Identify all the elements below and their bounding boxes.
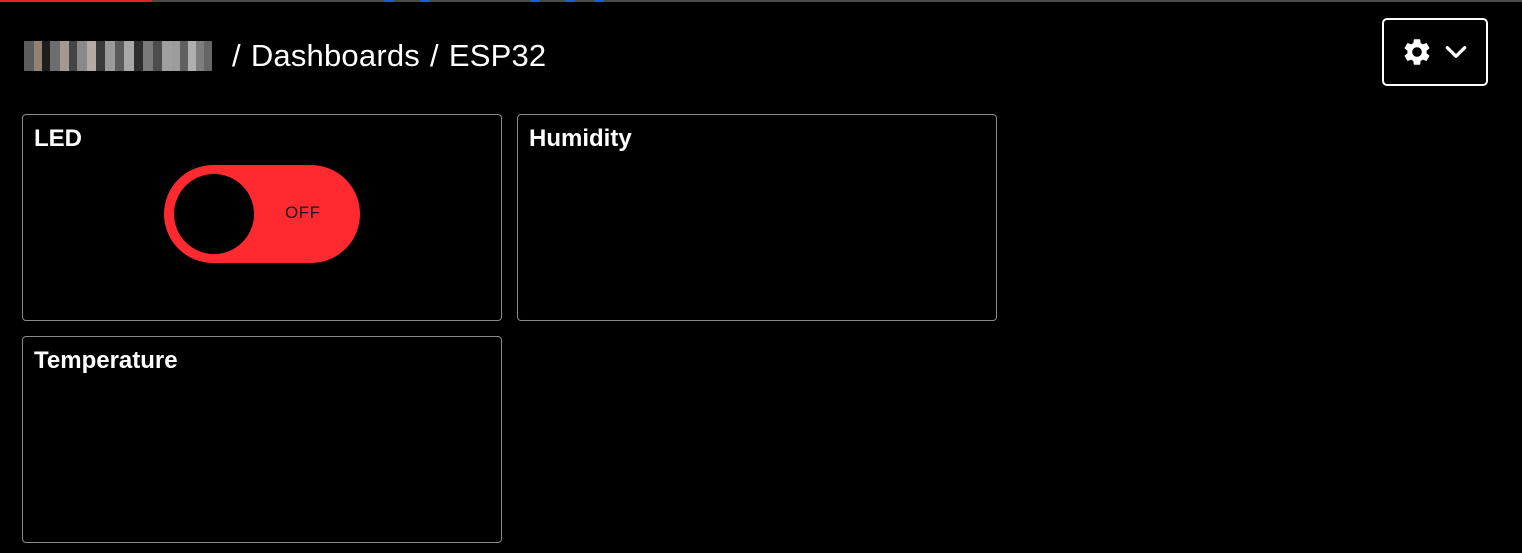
- gear-icon: [1404, 39, 1430, 65]
- breadcrumb-user-obscured[interactable]: [24, 41, 212, 71]
- led-toggle-switch[interactable]: OFF: [164, 165, 360, 263]
- chevron-down-icon: [1445, 46, 1467, 58]
- block-led: LED OFF: [22, 114, 502, 321]
- top-line-blue-segment: [594, 0, 604, 2]
- block-humidity: Humidity: [517, 114, 997, 321]
- block-title: LED: [34, 125, 82, 152]
- toggle-knob[interactable]: [174, 174, 254, 254]
- top-line-blue-segment: [420, 0, 430, 2]
- toggle-state-label: OFF: [285, 203, 321, 222]
- block-title: Temperature: [34, 347, 178, 374]
- top-progress-line: [0, 0, 1522, 2]
- page-title: ESP32: [448, 38, 547, 73]
- breadcrumb-dashboards-link[interactable]: Dashboards: [251, 38, 420, 74]
- breadcrumb-separator: /: [429, 38, 439, 73]
- top-line-red-segment: [0, 0, 152, 2]
- block-title: Humidity: [529, 125, 632, 152]
- dashboard-settings-button[interactable]: [1382, 18, 1488, 86]
- top-line-blue-segment: [384, 0, 394, 2]
- top-line-blue-segment: [530, 0, 540, 2]
- block-temperature: Temperature: [22, 336, 502, 543]
- breadcrumb-separator: /: [232, 38, 241, 73]
- top-line-blue-segment: [565, 0, 575, 2]
- breadcrumb: / Dashboards / ESP32: [24, 34, 546, 78]
